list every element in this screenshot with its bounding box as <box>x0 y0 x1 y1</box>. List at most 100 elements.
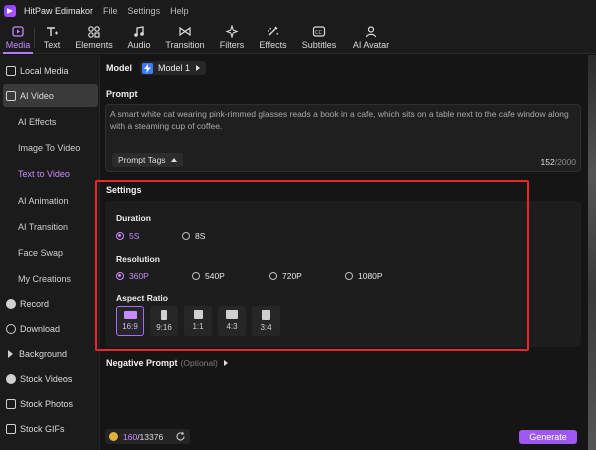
chevron-right-icon <box>223 360 228 366</box>
landscape-ratio-icon <box>123 311 137 319</box>
sidebar-item-stock-photos[interactable]: Stock Photos <box>0 392 100 415</box>
sidebar-item-ai-animation[interactable]: AI Animation <box>0 189 100 212</box>
aspect-option-4-3[interactable]: 4:3 <box>218 306 246 336</box>
record-icon <box>6 298 16 309</box>
toolbar-divider <box>34 28 35 48</box>
resolution-option-label: 360P <box>129 271 149 281</box>
negative-prompt-optional: (Optional) <box>180 358 218 368</box>
prompt-tags-button[interactable]: Prompt Tags <box>112 153 183 167</box>
resolution-option-1080p[interactable]: 1080P <box>345 271 383 281</box>
sidebar-item-background[interactable]: Background <box>0 342 100 365</box>
tab-subtitles-label: Subtitles <box>301 40 337 50</box>
settings-title: Settings <box>106 185 142 195</box>
tab-audio[interactable]: Audio <box>124 22 154 54</box>
resolution-option-540p[interactable]: 540P <box>192 271 225 281</box>
menu-help[interactable]: Help <box>170 6 189 16</box>
sidebar-item-ai-effects[interactable]: AI Effects <box>0 110 100 133</box>
prompt-text: A smart white cat wearing pink-rimmed gl… <box>110 109 569 131</box>
sidebar-item-ai-transition[interactable]: AI Transition <box>0 215 100 238</box>
ai-avatar-icon <box>365 26 377 38</box>
sidebar-item-image-to-video[interactable]: Image To Video <box>0 136 100 159</box>
svg-text:CC: CC <box>315 30 322 36</box>
menu-file[interactable]: File <box>103 6 118 16</box>
aspect-option-1-1[interactable]: 1:1 <box>184 306 212 336</box>
negative-prompt-toggle[interactable]: Negative Prompt (Optional) <box>106 358 228 368</box>
elements-icon <box>88 26 100 38</box>
aspect-option-9-16[interactable]: 9:16 <box>150 306 178 336</box>
sidebar-item-my-creations[interactable]: My Creations <box>0 267 100 290</box>
stock-photos-icon <box>6 398 16 409</box>
tab-filters-label: Filters <box>219 40 245 50</box>
sidebar-item-stock-videos[interactable]: Stock Videos <box>0 367 100 390</box>
sidebar-item-label: AI Animation <box>18 195 69 206</box>
aspect-option-label: 16:9 <box>122 322 138 331</box>
sidebar-item-ai-video[interactable]: AI Video <box>3 84 98 107</box>
aspect-option-label: 9:16 <box>156 323 172 332</box>
char-count: 152/2000 <box>541 157 576 167</box>
prompt-title: Prompt <box>106 89 138 99</box>
credits-used: 160 <box>123 431 138 442</box>
sidebar-item-download[interactable]: Download <box>0 317 100 340</box>
radio-selected-icon <box>116 232 124 240</box>
generate-button[interactable]: Generate <box>519 430 577 444</box>
aspect-option-16-9[interactable]: 16:9 <box>116 306 144 336</box>
effects-icon <box>268 26 279 36</box>
tab-effects[interactable]: Effects <box>256 22 290 54</box>
tab-elements[interactable]: Elements <box>73 22 115 54</box>
portrait-ratio-icon <box>262 310 270 320</box>
model-label: Model <box>106 63 132 73</box>
preview-edge <box>588 55 596 450</box>
sidebar-item-label: My Creations <box>18 273 72 284</box>
duration-option-5s[interactable]: 5S <box>116 231 139 241</box>
tab-transition-label: Transition <box>165 40 205 50</box>
ai-video-icon <box>6 90 16 101</box>
sidebar-item-label: Local Media <box>20 65 69 76</box>
app-name: HitPaw Edimakor <box>24 6 94 16</box>
sidebar-item-record[interactable]: Record <box>0 292 100 315</box>
tab-text[interactable]: Text <box>40 22 64 54</box>
menu-settings[interactable]: Settings <box>128 6 161 16</box>
refresh-icon[interactable] <box>175 431 186 442</box>
negative-prompt-label: Negative Prompt <box>106 358 178 368</box>
download-icon <box>6 323 16 334</box>
sidebar-item-face-swap[interactable]: Face Swap <box>0 241 100 264</box>
aspect-ratio-label: Aspect Ratio <box>116 293 168 303</box>
radio-icon <box>182 232 190 240</box>
sidebar-item-label: Record <box>20 298 50 309</box>
main-toolbar: Media Text Elements Audio Transition Fil… <box>0 22 596 54</box>
sidebar-item-label: AI Transition <box>18 221 69 232</box>
sidebar: Local Media AI Video AI Effects Image To… <box>0 55 100 450</box>
char-count-max: /2000 <box>554 157 576 167</box>
tab-media[interactable]: Media <box>3 22 33 54</box>
sidebar-item-label: Stock Photos <box>20 398 74 409</box>
tab-transition[interactable]: Transition <box>162 22 208 54</box>
sidebar-item-stock-gifs[interactable]: Stock GIFs <box>0 417 100 440</box>
sidebar-item-text-to-video[interactable]: Text to Video <box>0 162 100 185</box>
sidebar-item-local-media[interactable]: Local Media <box>0 59 100 82</box>
aspect-option-3-4[interactable]: 3:4 <box>252 306 280 336</box>
credits-total: /13376 <box>137 431 164 442</box>
tab-elements-label: Elements <box>75 40 113 50</box>
stock-videos-icon <box>6 373 16 384</box>
folder-icon <box>6 65 16 76</box>
tab-subtitles[interactable]: CC Subtitles <box>299 22 339 54</box>
resolution-option-720p[interactable]: 720P <box>269 271 302 281</box>
radio-icon <box>269 272 277 280</box>
duration-option-8s[interactable]: 8S <box>182 231 205 241</box>
sidebar-item-label: Face Swap <box>18 247 64 258</box>
aspect-option-label: 3:4 <box>260 323 272 332</box>
caret-up-icon <box>170 158 177 162</box>
landscape-ratio-icon <box>226 310 238 319</box>
app-logo-icon <box>4 5 16 17</box>
prompt-input[interactable]: A smart white cat wearing pink-rimmed gl… <box>105 104 581 172</box>
tab-filters[interactable]: Filters <box>218 22 246 54</box>
resolution-label: Resolution <box>116 254 160 264</box>
sidebar-item-label: Text to Video <box>18 168 70 179</box>
resolution-option-360p[interactable]: 360P <box>116 271 149 281</box>
background-icon <box>8 349 13 358</box>
tab-ai-avatar[interactable]: AI Avatar <box>350 22 392 54</box>
sidebar-item-label: Stock Videos <box>20 373 73 384</box>
resolution-option-label: 540P <box>205 271 225 281</box>
model-selector[interactable]: Model 1 <box>140 61 207 75</box>
resolution-option-label: 1080P <box>358 271 383 281</box>
